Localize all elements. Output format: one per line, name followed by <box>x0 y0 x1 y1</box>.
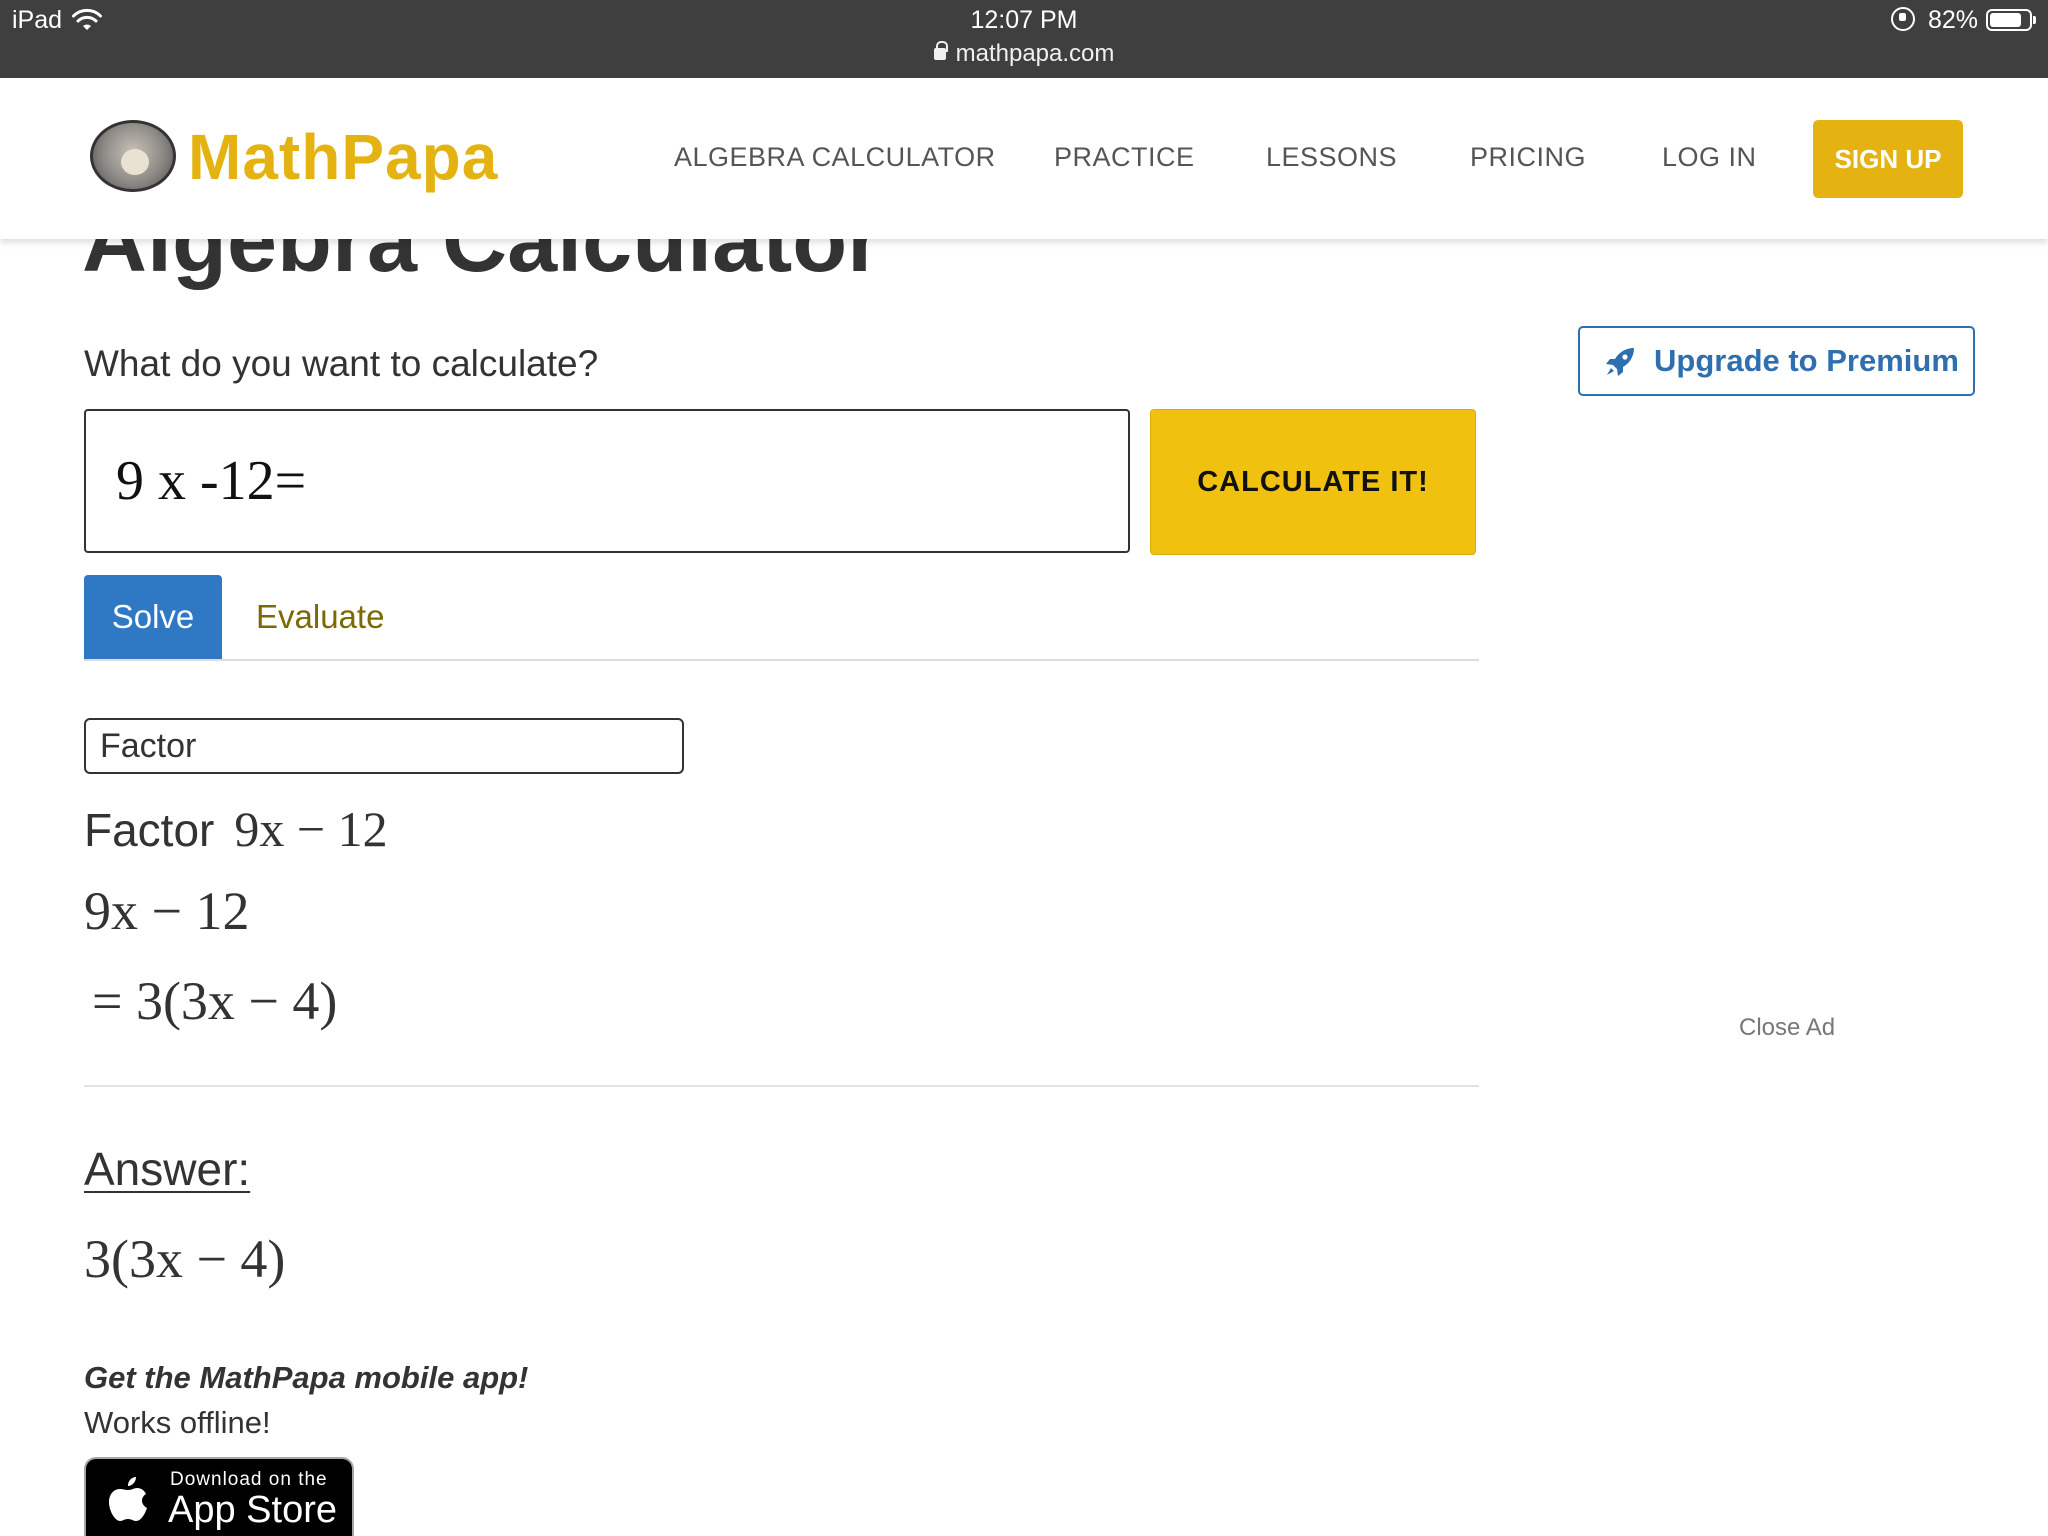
lock-icon <box>933 41 948 60</box>
rocket-icon <box>1606 348 1634 376</box>
nav-lessons[interactable]: LESSONS <box>1266 142 1397 173</box>
nav-algebra-calculator[interactable]: ALGEBRA CALCULATOR <box>674 142 996 173</box>
apple-icon <box>109 1477 147 1521</box>
tab-divider <box>84 659 1479 661</box>
step-title-label: Factor <box>84 804 215 856</box>
close-ad-link[interactable]: Close Ad <box>1739 1014 1835 1042</box>
logo-text: MathPapa <box>188 121 499 193</box>
battery-fill <box>1990 13 2022 27</box>
clock: 12:07 PM <box>970 6 1078 34</box>
steps-divider <box>84 1085 1479 1087</box>
step-title: Factor 9x − 12 <box>84 800 388 858</box>
answer-value: 3(3x − 4) <box>84 1229 286 1289</box>
expression-input[interactable] <box>84 409 1130 553</box>
url-text: mathpapa.com <box>955 40 1115 67</box>
calculate-prompt: What do you want to calculate? <box>84 343 599 384</box>
tab-evaluate[interactable]: Evaluate <box>256 575 384 659</box>
orientation-lock-icon <box>1891 7 1915 31</box>
sign-up-button[interactable]: SIGN UP <box>1813 120 1963 198</box>
status-bar: iPad 12:07 PM mathpapa.com 82% <box>0 0 2048 78</box>
nav-practice[interactable]: PRACTICE <box>1054 142 1195 173</box>
app-promo-subtitle: Works offline! <box>84 1405 271 1440</box>
app-store-big-text: App Store <box>168 1489 337 1531</box>
upgrade-premium-label: Upgrade to Premium <box>1654 343 1959 378</box>
battery-percent: 82% <box>1928 6 1979 34</box>
app-store-badge[interactable]: Download on the App Store <box>84 1457 354 1536</box>
mathpapa-mascot-icon <box>90 120 176 192</box>
address-bar[interactable]: mathpapa.com <box>0 40 2048 68</box>
battery-icon <box>1986 9 2036 31</box>
upgrade-premium-button[interactable]: Upgrade to Premium <box>1578 326 1975 396</box>
app-store-small-text: Download on the <box>170 1469 328 1490</box>
step-title-expression: 9x − 12 <box>234 801 388 857</box>
method-select[interactable]: Factor <box>84 718 684 774</box>
step-result: = 3(3x − 4) <box>92 971 338 1031</box>
answer-label: Answer: <box>84 1143 251 1195</box>
nav-pricing[interactable]: PRICING <box>1470 142 1586 173</box>
app-promo-title: Get the MathPapa mobile app! <box>84 1360 529 1395</box>
site-header: MathPapa ALGEBRA CALCULATOR PRACTICE LES… <box>0 78 2048 239</box>
calculate-button[interactable]: CALCULATE IT! <box>1150 409 1476 555</box>
tab-solve[interactable]: Solve <box>84 575 222 659</box>
nav-log-in[interactable]: LOG IN <box>1662 142 1757 173</box>
step-expression: 9x − 12 <box>84 881 250 941</box>
